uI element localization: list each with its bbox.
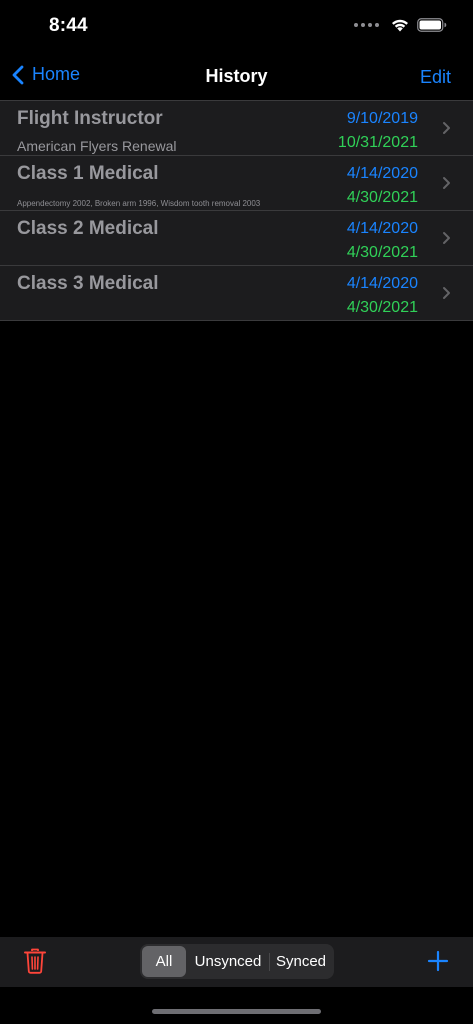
chevron-right-icon xyxy=(443,287,450,299)
list-item[interactable]: Class 2 Medical 4/14/2020 4/30/2021 xyxy=(0,211,473,266)
list-item[interactable]: Class 1 Medical Appendectomy 2002, Broke… xyxy=(0,156,473,211)
cellular-signal-icon xyxy=(354,23,379,27)
item-subtitle: Appendectomy 2002, Broken arm 1996, Wisd… xyxy=(17,199,261,208)
home-indicator[interactable] xyxy=(152,1009,321,1014)
battery-icon xyxy=(417,18,447,32)
item-start-date: 9/10/2019 xyxy=(346,110,418,127)
navigation-bar: Home History Edit xyxy=(0,54,473,100)
item-end-date: 4/30/2021 xyxy=(346,244,418,261)
edit-button[interactable]: Edit xyxy=(420,67,451,88)
item-title: Class 2 Medical xyxy=(17,218,159,239)
item-title: Class 1 Medical xyxy=(17,163,159,184)
add-button[interactable] xyxy=(427,950,449,977)
segment-all[interactable]: All xyxy=(142,946,186,977)
sync-filter-segmented-control: All Unsynced Synced xyxy=(140,944,334,979)
item-start-date: 4/14/2020 xyxy=(346,165,418,182)
chevron-right-icon xyxy=(443,177,450,189)
page-title: History xyxy=(205,66,268,86)
history-list: Flight Instructor American Flyers Renewa… xyxy=(0,100,473,321)
chevron-right-icon xyxy=(443,232,450,244)
segment-unsynced[interactable]: Unsynced xyxy=(187,946,269,977)
list-item[interactable]: Flight Instructor American Flyers Renewa… xyxy=(0,101,473,156)
item-title: Class 3 Medical xyxy=(17,273,159,294)
item-end-date: 10/31/2021 xyxy=(337,134,418,151)
bottom-toolbar: All Unsynced Synced xyxy=(0,937,473,987)
wifi-icon xyxy=(392,19,408,32)
list-item[interactable]: Class 3 Medical 4/14/2020 4/30/2021 xyxy=(0,266,473,321)
item-end-date: 4/30/2021 xyxy=(346,189,418,206)
item-subtitle: American Flyers Renewal xyxy=(17,138,177,154)
status-icons xyxy=(354,18,447,32)
status-bar: 8:44 xyxy=(0,0,473,54)
segment-synced[interactable]: Synced xyxy=(270,946,332,977)
item-end-date: 4/30/2021 xyxy=(346,299,418,316)
delete-button[interactable] xyxy=(24,948,46,979)
plus-icon xyxy=(427,950,449,972)
trash-icon xyxy=(24,948,46,974)
item-title: Flight Instructor xyxy=(17,108,163,129)
chevron-right-icon xyxy=(443,122,450,134)
status-time: 8:44 xyxy=(49,15,88,36)
item-start-date: 4/14/2020 xyxy=(346,275,418,292)
item-start-date: 4/14/2020 xyxy=(346,220,418,237)
